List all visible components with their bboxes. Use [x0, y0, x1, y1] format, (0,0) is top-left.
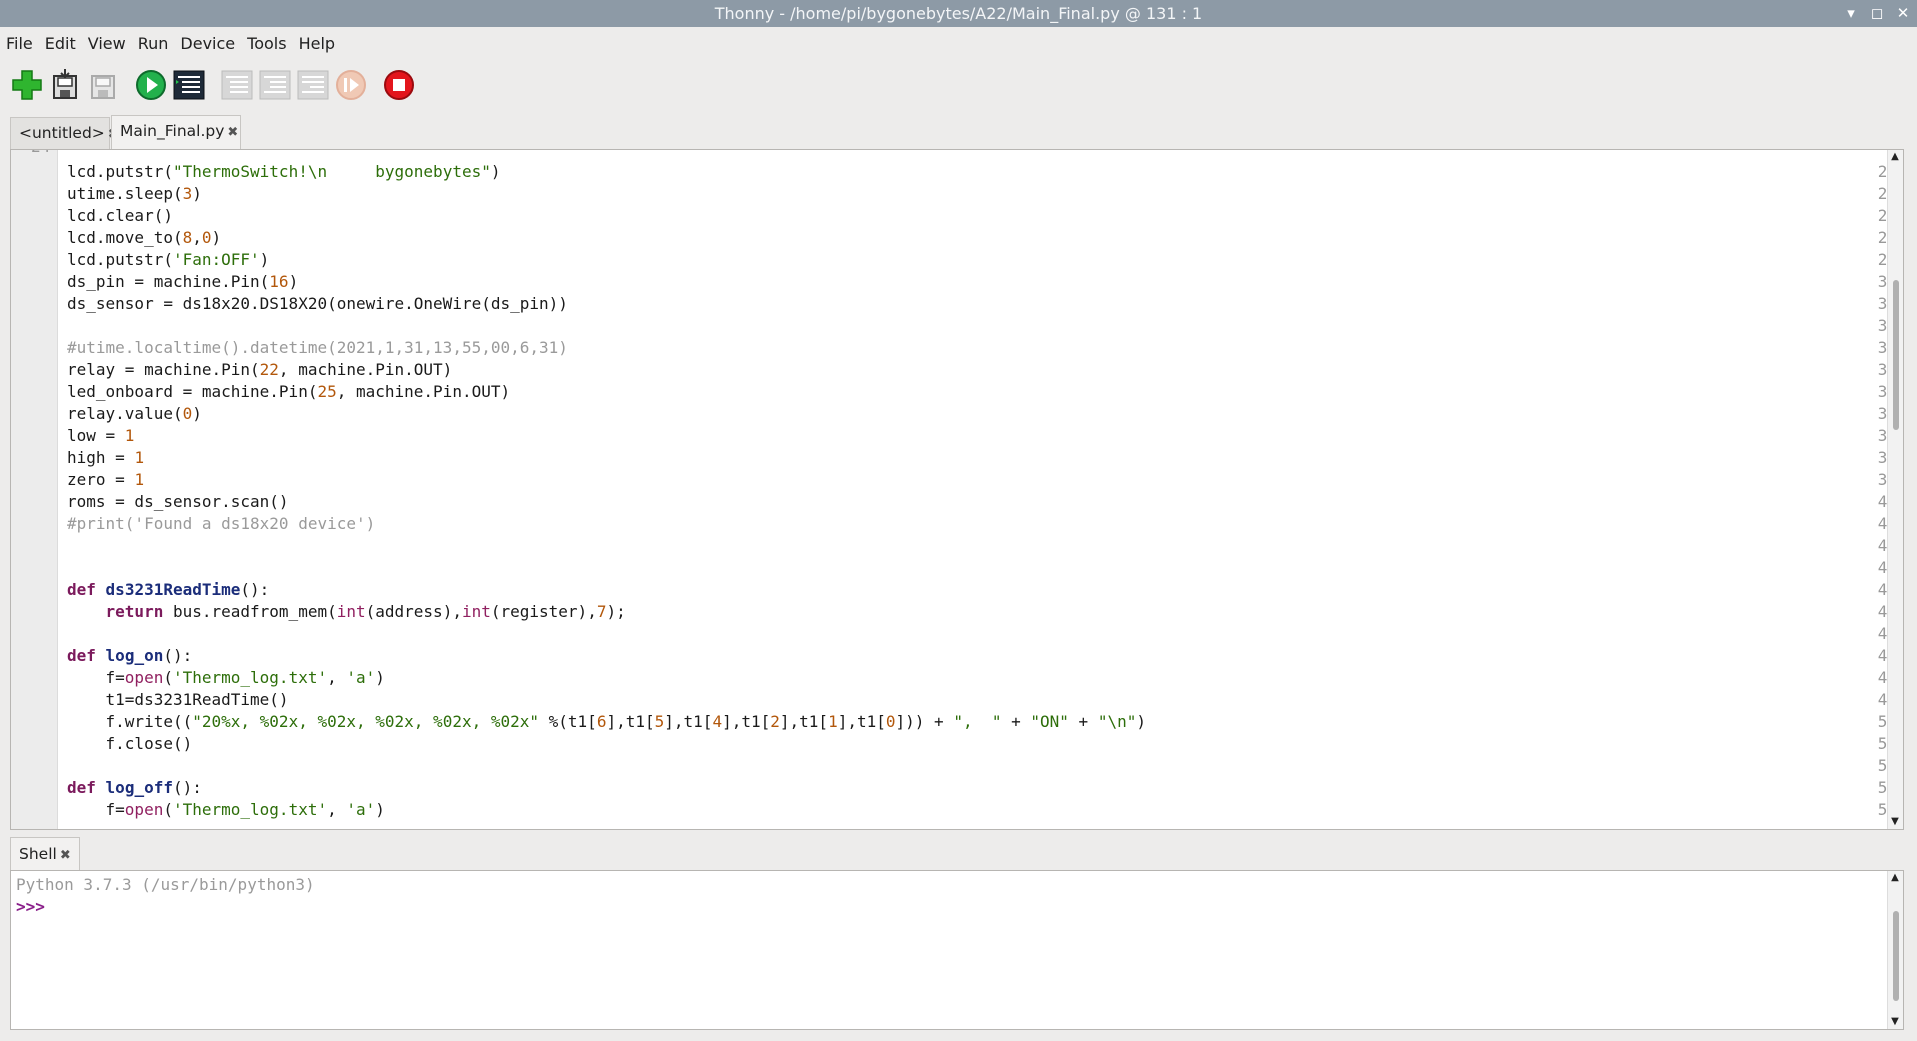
- menu-run[interactable]: Run: [132, 31, 175, 57]
- code-line: f.close(): [67, 734, 193, 753]
- code-line: f=open('Thermo_log.txt', 'a'): [67, 668, 385, 687]
- code-line: #print('Found a ds18x20 device'): [67, 514, 376, 533]
- step-out-icon[interactable]: [296, 68, 330, 102]
- scroll-down-icon[interactable]: ▼: [1889, 1017, 1901, 1027]
- shell-panel[interactable]: Python 3.7.3 (/usr/bin/python3) >>> ▲ ▼: [10, 870, 1904, 1030]
- code-line: lcd.putstr('Fan:OFF'): [67, 250, 270, 269]
- tab-untitled[interactable]: <untitled>✖: [10, 117, 119, 149]
- stop-icon[interactable]: [382, 68, 416, 102]
- code-line: low = 1: [67, 426, 135, 445]
- code-line: relay = machine.Pin(22, machine.Pin.OUT): [67, 360, 453, 379]
- line-number-gutter: [11, 150, 58, 829]
- code-line: f=open('Thermo_log.txt', 'a'): [67, 800, 385, 819]
- run-icon[interactable]: [134, 68, 168, 102]
- scroll-up-icon[interactable]: ▲: [1889, 873, 1901, 883]
- tab-close-icon[interactable]: ✖: [227, 125, 238, 140]
- tab-close-icon[interactable]: ✖: [60, 848, 71, 863]
- code-line: zero = 1: [67, 470, 145, 489]
- minimize-icon[interactable]: ▾: [1843, 0, 1859, 27]
- code-line: relay.value(0): [67, 404, 202, 423]
- open-file-icon[interactable]: [48, 68, 82, 102]
- line-number: 24: [31, 150, 50, 158]
- shell-banner: Python 3.7.3 (/usr/bin/python3): [16, 875, 315, 894]
- code-line: def ds3231ReadTime():: [67, 580, 270, 599]
- code-editor[interactable]: 24 25 26 27 28 29 30 31 32 33 34 35 36 3…: [10, 149, 1904, 830]
- window-title: Thonny - /home/pi/bygonebytes/A22/Main_F…: [714, 4, 1203, 23]
- code-line: f.write(("20%x, %02x, %02x, %02x, %02x, …: [67, 712, 1146, 731]
- debug-icon[interactable]: [172, 68, 206, 102]
- code-line: ds_sensor = ds18x20.DS18X20(onewire.OneW…: [67, 294, 568, 313]
- code-line: led_onboard = machine.Pin(25, machine.Pi…: [67, 382, 511, 401]
- tab-shell[interactable]: Shell ✖: [10, 837, 80, 870]
- step-over-icon[interactable]: [220, 68, 254, 102]
- close-icon[interactable]: ✕: [1895, 0, 1911, 27]
- editor-scrollbar[interactable]: ▲ ▼: [1887, 150, 1903, 829]
- code-line: high = 1: [67, 448, 145, 467]
- code-line: def log_on():: [67, 646, 193, 665]
- code-line: lcd.move_to(8,0): [67, 228, 222, 247]
- code-line: t1=ds3231ReadTime(): [67, 690, 289, 709]
- code-line: def log_off():: [67, 778, 202, 797]
- maximize-icon[interactable]: ◻: [1869, 0, 1885, 27]
- code-line: return bus.readfrom_mem(int(address),int…: [105, 602, 626, 621]
- scroll-down-icon[interactable]: ▼: [1889, 817, 1901, 827]
- code-line: ds_pin = machine.Pin(16): [67, 272, 299, 291]
- window-titlebar: Thonny - /home/pi/bygonebytes/A22/Main_F…: [0, 0, 1917, 27]
- new-file-icon[interactable]: [10, 68, 44, 102]
- menu-help[interactable]: Help: [293, 31, 341, 57]
- tab-label: <untitled>: [19, 124, 105, 142]
- code-line: utime.sleep(3): [67, 184, 202, 203]
- code-line: lcd.clear(): [67, 206, 173, 225]
- resume-icon[interactable]: [334, 68, 368, 102]
- scrollbar-thumb[interactable]: [1893, 280, 1899, 430]
- shell-scrollbar[interactable]: ▲ ▼: [1887, 871, 1903, 1029]
- menu-bar: File Edit View Run Device Tools Help: [0, 31, 341, 57]
- scrollbar-thumb[interactable]: [1893, 911, 1899, 1001]
- tab-main-final[interactable]: Main_Final.py ✖: [111, 115, 241, 149]
- scroll-up-icon[interactable]: ▲: [1889, 152, 1901, 162]
- code-line: #utime.localtime().datetime(2021,1,31,13…: [67, 338, 568, 357]
- menu-tools[interactable]: Tools: [241, 31, 292, 57]
- tab-label: Shell: [19, 845, 57, 863]
- save-file-icon[interactable]: [86, 68, 120, 102]
- code-line: roms = ds_sensor.scan(): [67, 492, 289, 511]
- menu-file[interactable]: File: [0, 31, 39, 57]
- step-into-icon[interactable]: [258, 68, 292, 102]
- shell-prompt[interactable]: >>>: [16, 896, 45, 918]
- tab-label: Main_Final.py: [120, 122, 225, 140]
- menu-edit[interactable]: Edit: [39, 31, 82, 57]
- code-line: lcd.putstr("ThermoSwitch!\n bygonebytes"…: [67, 162, 501, 181]
- menu-device[interactable]: Device: [174, 31, 241, 57]
- menu-view[interactable]: View: [82, 31, 132, 57]
